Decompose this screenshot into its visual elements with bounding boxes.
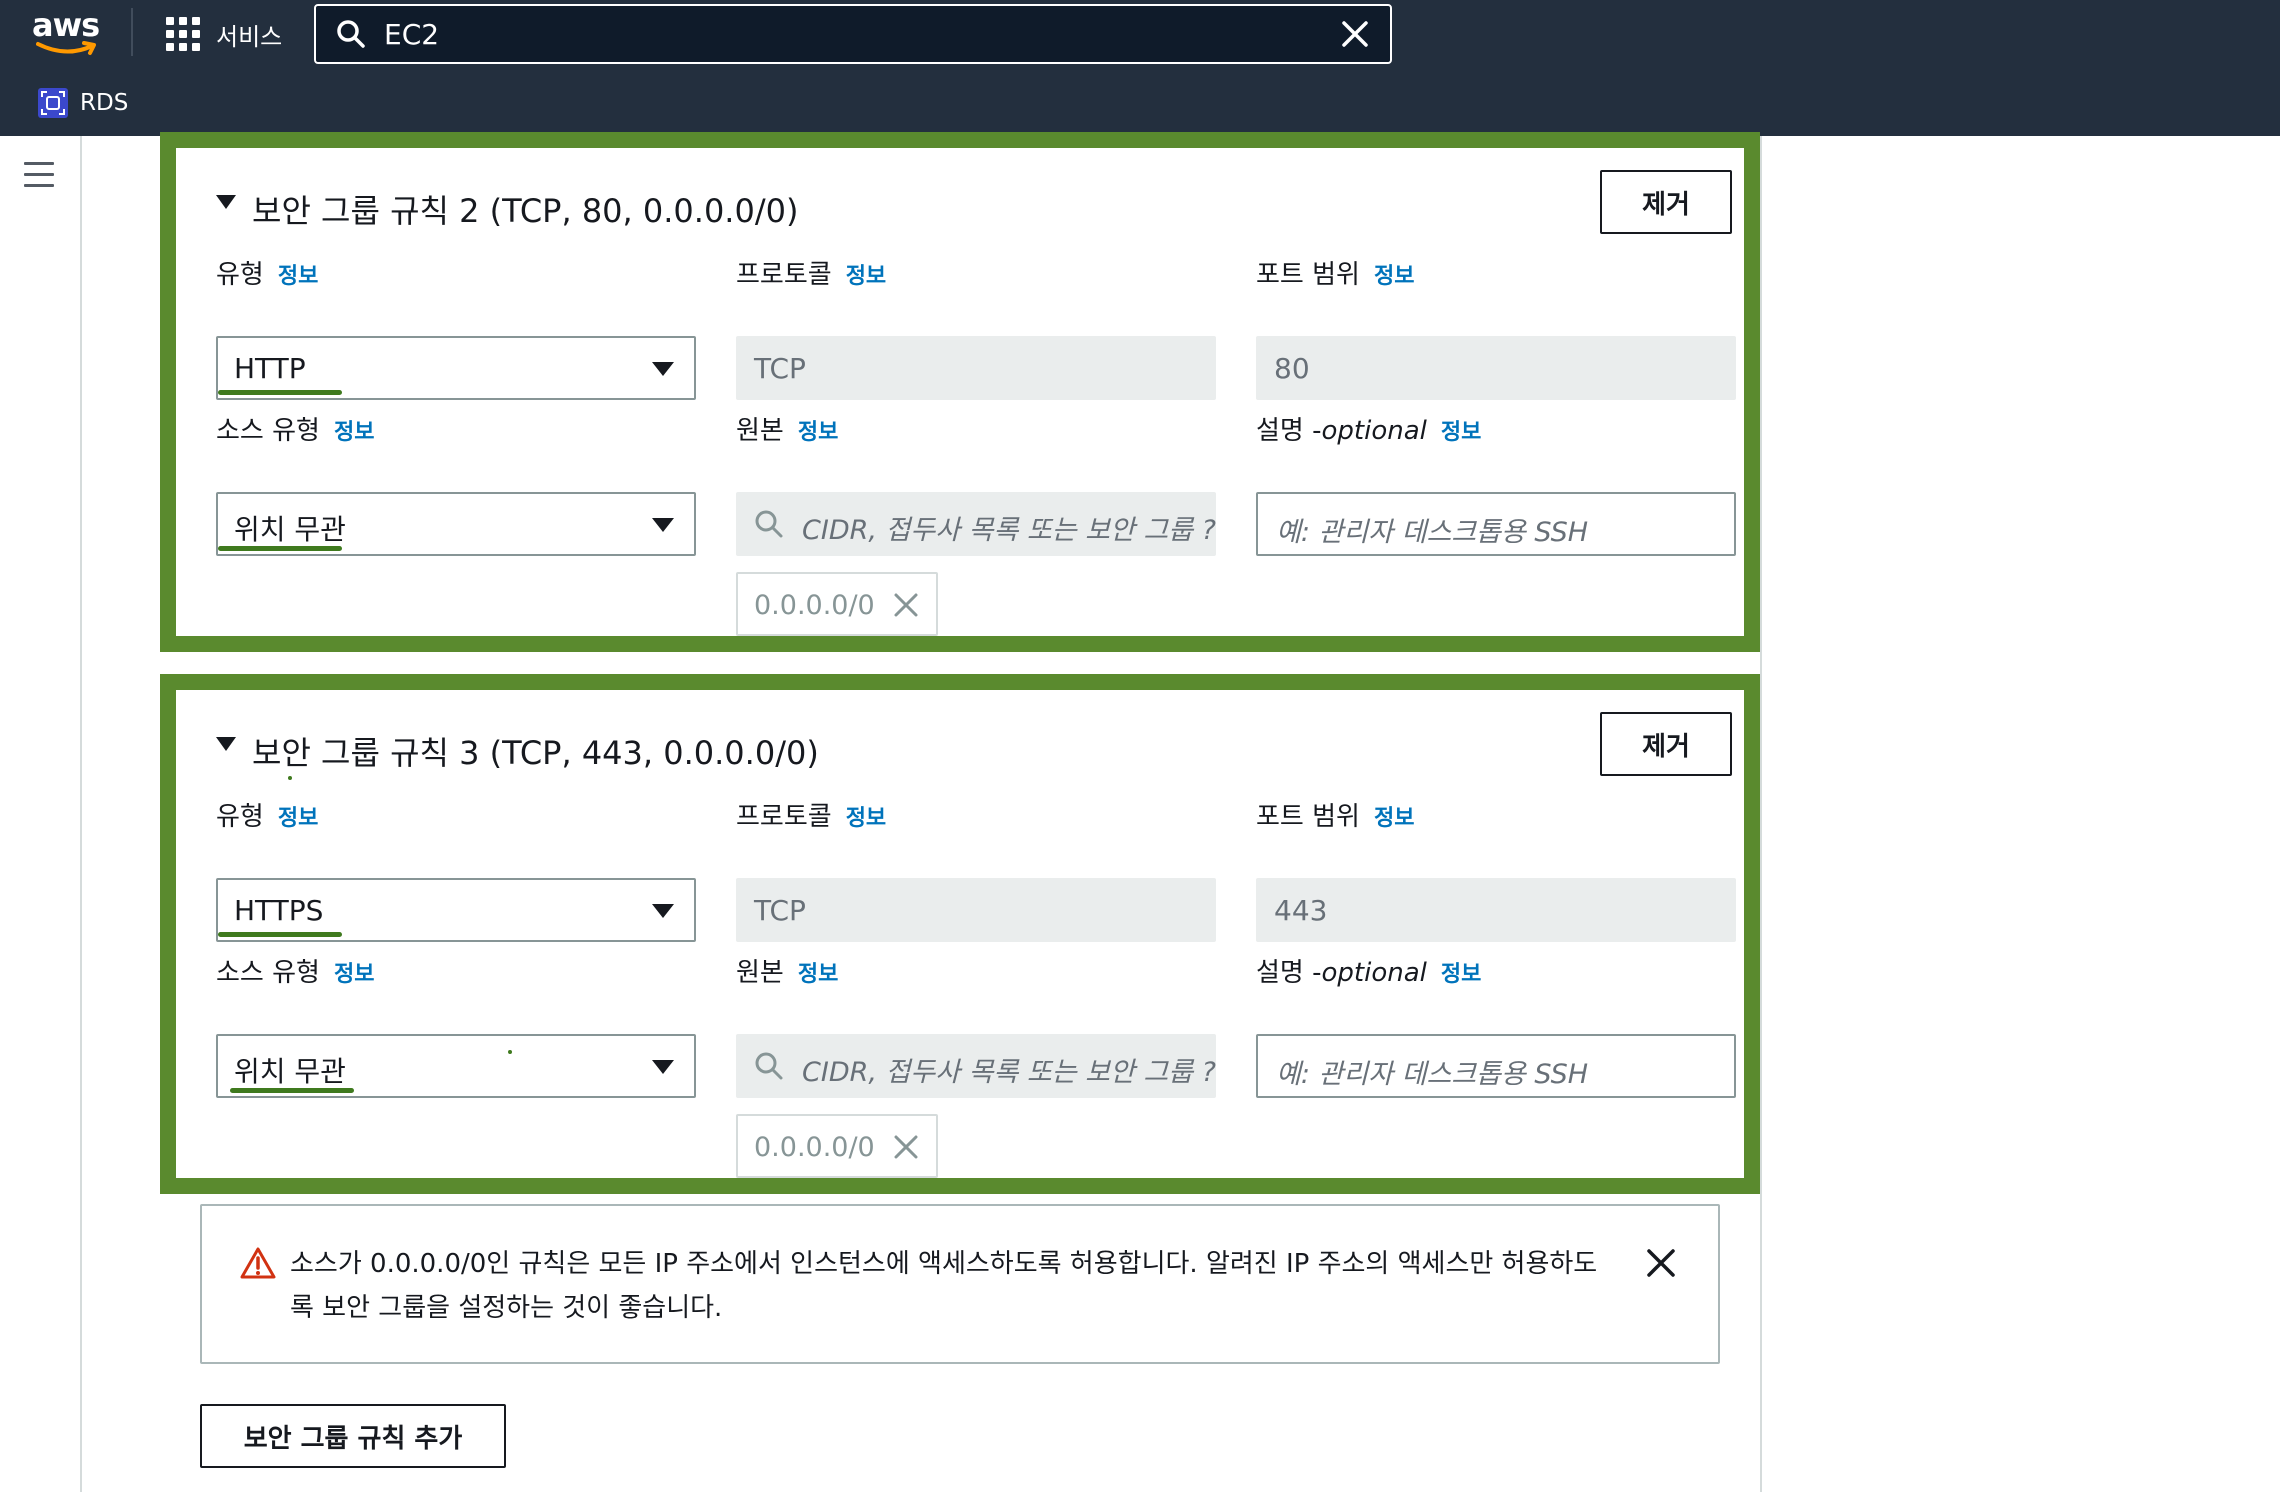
search-icon <box>755 1052 783 1080</box>
source-token: 0.0.0.0/0 <box>736 572 938 636</box>
remove-token-icon[interactable] <box>892 1133 920 1161</box>
source-type-select[interactable]: 위치 무관 <box>216 492 696 556</box>
security-group-rule-3: 보안 그룹 규칙 3 (TCP, 443, 0.0.0.0/0) 제거 유형 정보… <box>160 674 1760 1194</box>
description-info-link[interactable]: 정보 <box>1441 414 1481 446</box>
rule-2-expand-toggle[interactable]: 보안 그룹 규칙 2 (TCP, 80, 0.0.0.0/0) <box>216 186 798 232</box>
rds-icon <box>38 88 68 118</box>
search-icon <box>755 510 783 538</box>
remove-rule-3-button[interactable]: 제거 <box>1600 712 1732 776</box>
dropdown-caret-icon <box>652 518 674 532</box>
source-label: 원본 정보 <box>736 414 839 446</box>
source-type-label: 소스 유형 정보 <box>216 956 375 988</box>
security-group-rule-2: 보안 그룹 규칙 2 (TCP, 80, 0.0.0.0/0) 제거 유형 정보 … <box>160 132 1760 652</box>
caret-down-icon <box>216 195 236 209</box>
annotation-underline <box>218 390 342 395</box>
description-label: 설명 - optional 정보 <box>1256 414 1482 446</box>
source-type-select[interactable]: 위치 무관 <box>216 1034 696 1098</box>
grid-menu-icon <box>166 17 200 51</box>
warning-triangle-icon <box>240 1247 276 1279</box>
protocol-label: 프로토콜 정보 <box>736 258 887 290</box>
source-type-value: 위치 무관 <box>234 513 346 546</box>
source-placeholder: CIDR, 접두사 목록 또는 보안 그룹 ? <box>802 1057 1216 1088</box>
clear-search-icon[interactable] <box>1338 17 1372 51</box>
description-input[interactable]: 예: 관리자 데스크톱용 SSH <box>1256 492 1736 556</box>
port-range-value: 443 <box>1274 894 1328 927</box>
logo-text: aws <box>32 6 100 44</box>
content-right-border <box>1760 136 1762 1492</box>
description-label: 설명 - optional 정보 <box>1256 956 1482 988</box>
protocol-info-link[interactable]: 정보 <box>846 258 886 290</box>
rule-3-title: 보안 그룹 규칙 3 (TCP, 443, 0.0.0.0/0) <box>252 734 819 772</box>
port-info-link[interactable]: 정보 <box>1374 258 1414 290</box>
source-placeholder: CIDR, 접두사 목록 또는 보안 그룹 ? <box>802 515 1216 546</box>
source-token-value: 0.0.0.0/0 <box>754 1132 875 1163</box>
port-info-link[interactable]: 정보 <box>1374 800 1414 832</box>
port-range-label: 포트 범위 정보 <box>1256 800 1415 832</box>
source-type-value: 위치 무관 <box>234 1055 346 1088</box>
protocol-info-link[interactable]: 정보 <box>846 800 886 832</box>
type-label: 유형 정보 <box>216 258 319 290</box>
logo-smile-icon <box>36 41 96 55</box>
hamburger-menu-icon[interactable] <box>24 162 54 188</box>
type-info-link[interactable]: 정보 <box>278 258 318 290</box>
type-select-value: HTTPS <box>234 894 324 927</box>
open-access-warning-alert: 소스가 0.0.0.0/0인 규칙은 모든 IP 주소에서 인스턴스에 액세스하… <box>200 1204 1720 1364</box>
annotation-dot <box>508 1050 512 1054</box>
source-token-value: 0.0.0.0/0 <box>754 590 875 621</box>
dropdown-caret-icon <box>652 1060 674 1074</box>
annotation-underline <box>218 932 342 937</box>
top-navigation: aws 서비스 EC2 RDS <box>0 0 2280 136</box>
source-cidr-search[interactable]: CIDR, 접두사 목록 또는 보안 그룹 ? <box>736 492 1216 556</box>
source-info-link[interactable]: 정보 <box>798 414 838 446</box>
source-cidr-search[interactable]: CIDR, 접두사 목록 또는 보안 그룹 ? <box>736 1034 1216 1098</box>
protocol-field: TCP <box>736 878 1216 942</box>
annotation-underline <box>218 546 342 551</box>
protocol-field: TCP <box>736 336 1216 400</box>
remove-rule-2-button[interactable]: 제거 <box>1600 170 1732 234</box>
caret-down-icon <box>216 737 236 751</box>
type-select[interactable]: HTTP <box>216 336 696 400</box>
search-icon <box>337 20 365 48</box>
type-select-value: HTTP <box>234 352 306 385</box>
annotation-underline <box>230 1088 354 1093</box>
remove-token-icon[interactable] <box>892 591 920 619</box>
services-menu-button[interactable]: 서비스 <box>166 14 282 54</box>
warning-text: 소스가 0.0.0.0/0인 규칙은 모든 IP 주소에서 인스턴스에 액세스하… <box>290 1249 1598 1323</box>
source-type-info-link[interactable]: 정보 <box>334 956 374 988</box>
search-value: EC2 <box>384 17 440 51</box>
source-info-link[interactable]: 정보 <box>798 956 838 988</box>
port-range-label: 포트 범위 정보 <box>1256 258 1415 290</box>
source-type-info-link[interactable]: 정보 <box>334 414 374 446</box>
rule-2-title: 보안 그룹 규칙 2 (TCP, 80, 0.0.0.0/0) <box>252 192 799 230</box>
description-info-link[interactable]: 정보 <box>1441 956 1481 988</box>
global-search-input[interactable]: EC2 <box>314 4 1392 64</box>
dropdown-caret-icon <box>652 904 674 918</box>
type-info-link[interactable]: 정보 <box>278 800 318 832</box>
type-select[interactable]: HTTPS <box>216 878 696 942</box>
description-input[interactable]: 예: 관리자 데스크톱용 SSH <box>1256 1034 1736 1098</box>
protocol-value: TCP <box>754 894 806 927</box>
port-range-field: 80 <box>1256 336 1736 400</box>
services-label: 서비스 <box>216 22 283 51</box>
description-placeholder: 예: 관리자 데스크톱용 SSH <box>1276 517 1589 548</box>
protocol-value: TCP <box>754 352 806 385</box>
favorite-rds[interactable]: RDS <box>38 88 128 118</box>
side-navigation-rail <box>0 136 82 1492</box>
source-label: 원본 정보 <box>736 956 839 988</box>
dismiss-warning-icon[interactable] <box>1644 1246 1678 1280</box>
port-range-field: 443 <box>1256 878 1736 942</box>
add-security-group-rule-button[interactable]: 보안 그룹 규칙 추가 <box>200 1404 506 1468</box>
aws-logo[interactable]: aws <box>32 6 106 56</box>
source-type-label: 소스 유형 정보 <box>216 414 375 446</box>
source-token: 0.0.0.0/0 <box>736 1114 938 1178</box>
dropdown-caret-icon <box>652 362 674 376</box>
protocol-label: 프로토콜 정보 <box>736 800 887 832</box>
rds-label: RDS <box>80 90 129 116</box>
annotation-dot <box>288 776 292 780</box>
rule-3-expand-toggle[interactable]: 보안 그룹 규칙 3 (TCP, 443, 0.0.0.0/0) <box>216 728 819 774</box>
type-label: 유형 정보 <box>216 800 319 832</box>
description-placeholder: 예: 관리자 데스크톱용 SSH <box>1276 1059 1589 1090</box>
nav-divider <box>131 8 133 56</box>
port-range-value: 80 <box>1274 352 1310 385</box>
